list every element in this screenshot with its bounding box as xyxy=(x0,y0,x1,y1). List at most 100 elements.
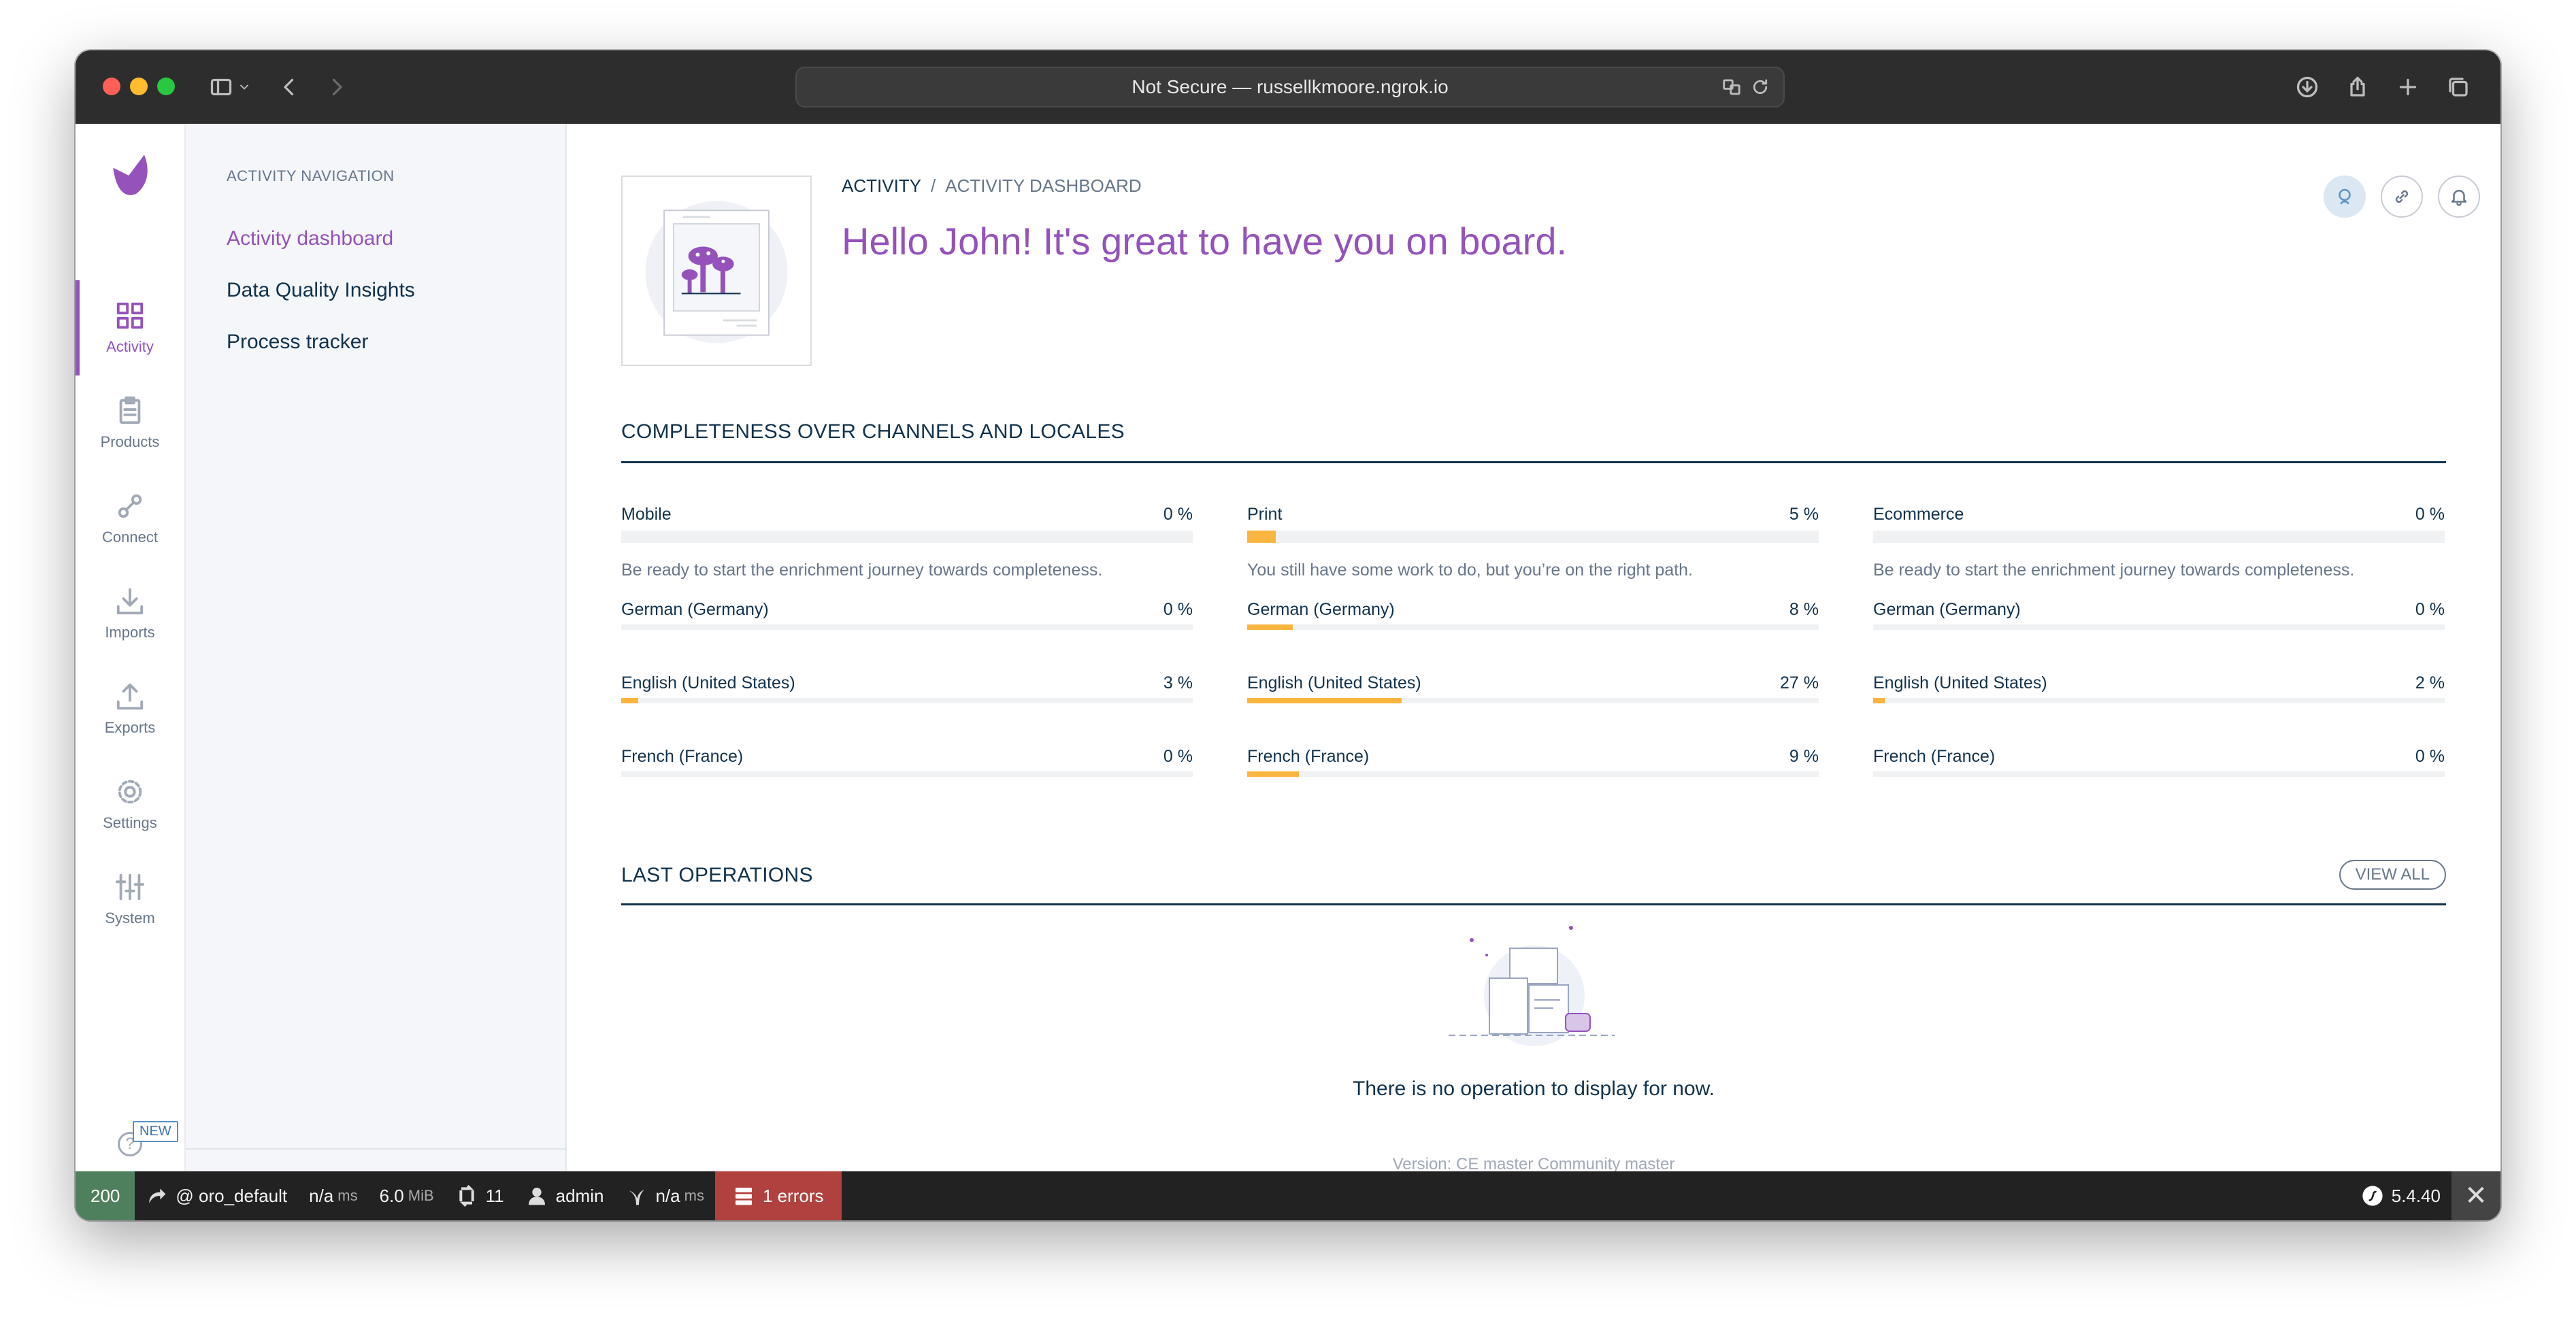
completeness-label: English (United States) xyxy=(621,673,795,692)
minimize-window-button[interactable] xyxy=(130,78,148,95)
locale-row: French (France) 0 % xyxy=(1873,747,2445,777)
breadcrumb-activity[interactable]: ACTIVITY xyxy=(842,175,921,196)
close-toolbar-icon[interactable]: ✕ xyxy=(2451,1171,2500,1220)
errors-count: 1 errors xyxy=(762,1185,824,1206)
user-info[interactable]: admin xyxy=(515,1171,615,1220)
user-name: admin xyxy=(555,1185,604,1206)
channel-row: Mobile 0 % xyxy=(621,505,1193,543)
nav-item-settings[interactable]: Settings xyxy=(76,756,184,852)
column-nav-divider xyxy=(186,1148,565,1150)
downloads-icon[interactable] xyxy=(2291,71,2324,103)
completeness-bar-fill xyxy=(1247,531,1276,543)
completeness-bar xyxy=(621,771,1193,777)
completeness-percent: 9 % xyxy=(1789,747,1819,766)
symfony-logo-icon xyxy=(2362,1186,2383,1206)
main-navigation: Activity Products Connect Imports Export… xyxy=(76,124,186,1171)
nav-item-imports[interactable]: Imports xyxy=(76,566,184,661)
refresh-cycle-icon xyxy=(459,1185,474,1207)
akeneo-app: Activity Products Connect Imports Export… xyxy=(76,124,2500,1220)
forward-icon[interactable] xyxy=(320,71,353,103)
twig-icon xyxy=(629,1189,645,1205)
server-icon xyxy=(735,1188,752,1205)
link-icon xyxy=(2395,190,2409,203)
status-code[interactable]: 200 xyxy=(76,1171,135,1220)
nav-item-label: Imports xyxy=(105,624,155,641)
browser-titlebar: Not Secure — russellkmoore.ngrok.io xyxy=(76,50,2500,125)
reload-icon[interactable] xyxy=(1748,75,1772,99)
nav-item-system[interactable]: System xyxy=(76,852,184,947)
empty-operations-illustration xyxy=(1449,926,1615,1046)
locale-row: German (Germany) 0 % xyxy=(621,600,1193,630)
completeness-bar-fill xyxy=(621,698,639,703)
completeness-label: Ecommerce xyxy=(1873,505,1964,524)
dashboard-illustration xyxy=(621,175,812,366)
completeness-bar xyxy=(1873,771,2445,777)
completeness-percent: 27 % xyxy=(1780,673,1819,692)
share-link-button[interactable] xyxy=(2381,175,2423,218)
address-bar[interactable]: Not Secure — russellkmoore.ngrok.io xyxy=(795,67,1785,107)
queries-value: 11 xyxy=(485,1185,504,1206)
grid-icon xyxy=(116,302,144,329)
new-tab-icon[interactable] xyxy=(2392,71,2424,103)
toolbar-right: 5.4.40 ✕ xyxy=(2351,1171,2500,1220)
completeness-bar xyxy=(621,698,1193,703)
completeness-label: German (Germany) xyxy=(621,600,769,619)
nav-item-activity[interactable]: Activity xyxy=(76,280,184,375)
completeness-bar xyxy=(1247,624,1819,630)
completeness-label: German (Germany) xyxy=(1247,600,1395,619)
completeness-percent: 3 % xyxy=(1163,673,1193,692)
section-divider xyxy=(621,461,2446,463)
route-info[interactable]: @ oro_default xyxy=(135,1171,298,1220)
nav-item-label: Activity xyxy=(106,338,154,355)
akeneo-logo-icon[interactable] xyxy=(105,150,157,201)
nav-item-products[interactable]: Products xyxy=(76,375,184,471)
completeness-percent: 0 % xyxy=(2415,600,2445,619)
view-all-button[interactable]: VIEW ALL xyxy=(2339,860,2446,890)
nav-item-connect[interactable]: Connect xyxy=(76,471,184,566)
translate-icon[interactable] xyxy=(1719,75,1744,99)
completeness-percent: 0 % xyxy=(2415,505,2445,524)
channel-message: You still have some work to do, but you’… xyxy=(1247,561,1694,580)
nav-item-label: Settings xyxy=(103,814,157,831)
queries-count[interactable]: 11 xyxy=(445,1171,515,1220)
tab-overview-icon[interactable] xyxy=(2442,71,2475,103)
section-divider xyxy=(621,903,2446,905)
symfony-version-value: 5.4.40 xyxy=(2391,1185,2441,1206)
chevron-down-icon[interactable] xyxy=(235,71,254,103)
column-nav-item-process-tracker[interactable]: Process tracker xyxy=(227,331,368,354)
completeness-percent: 2 % xyxy=(2415,673,2445,692)
gear-icon xyxy=(118,780,142,804)
completeness-label: French (France) xyxy=(1247,747,1370,766)
main-content: ACTIVITY / ACTIVITY DASHBOARD Hello John! … xyxy=(567,124,2500,1171)
zoom-window-button[interactable] xyxy=(157,78,175,95)
twig-time[interactable]: n/a ms xyxy=(614,1171,714,1220)
column-nav-item-data-quality-insights[interactable]: Data Quality Insights xyxy=(227,279,415,302)
help-center-button[interactable] xyxy=(2324,175,2366,218)
errors-indicator[interactable]: 1 errors xyxy=(714,1171,842,1220)
completeness-label: English (United States) xyxy=(1247,673,1421,692)
sidebar-toggle-icon[interactable] xyxy=(205,71,237,103)
bell-icon xyxy=(2451,190,2467,206)
notifications-button[interactable] xyxy=(2438,175,2480,218)
memory-usage[interactable]: 6.0 MiB xyxy=(369,1171,445,1220)
share-icon[interactable] xyxy=(2341,71,2374,103)
completeness-label: Mobile xyxy=(621,505,672,524)
symfony-version[interactable]: 5.4.40 xyxy=(2351,1171,2451,1220)
debug-toolbar: 200 @ oro_default n/a ms 6.0 MiB 11 admin xyxy=(76,1171,2500,1220)
import-icon xyxy=(116,588,144,615)
nav-item-label: Connect xyxy=(102,529,158,546)
completeness-percent: 0 % xyxy=(1163,600,1193,619)
last-operations-title: LAST OPERATIONS xyxy=(621,864,813,886)
completeness-label: English (United States) xyxy=(1873,673,2047,692)
completeness-label: French (France) xyxy=(1873,747,1996,766)
request-time[interactable]: n/a ms xyxy=(298,1171,368,1220)
route-name: @ oro_default xyxy=(176,1185,288,1206)
nav-item-label: System xyxy=(105,909,155,926)
clipboard-icon xyxy=(119,396,141,424)
nav-item-exports[interactable]: Exports xyxy=(76,661,184,756)
link-icon xyxy=(118,494,142,518)
back-icon[interactable] xyxy=(273,71,306,103)
column-nav-item-activity-dashboard[interactable]: Activity dashboard xyxy=(227,227,393,250)
close-window-button[interactable] xyxy=(103,78,120,95)
completeness-bar xyxy=(621,531,1193,543)
